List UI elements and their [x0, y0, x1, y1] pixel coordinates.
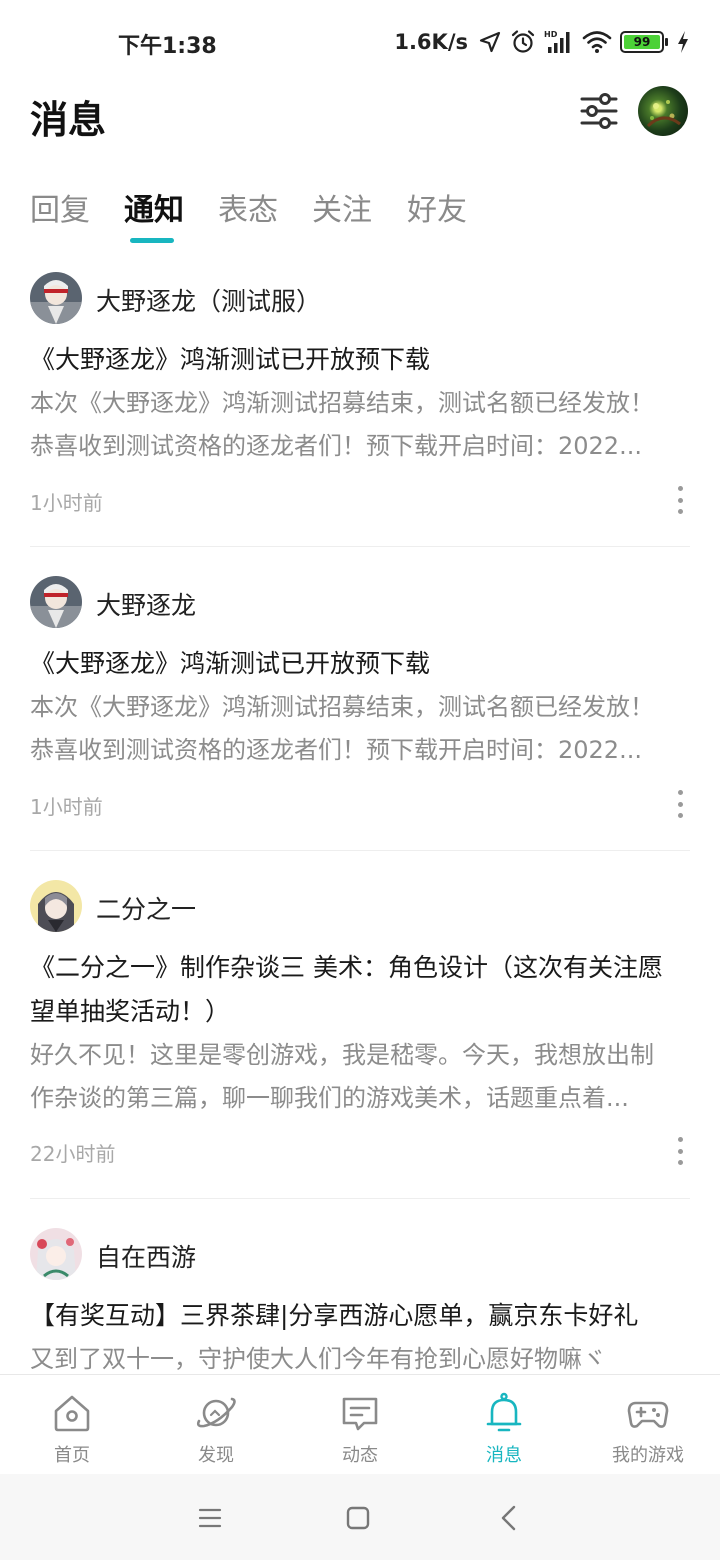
nav-label: 发现 — [198, 1445, 234, 1466]
nav-my-games[interactable]: 我的游戏 — [576, 1375, 720, 1475]
notification-body-line: 作杂谈的第三篇，聊一聊我们的游戏美术，话题重点着... — [30, 1084, 629, 1112]
charging-icon — [678, 31, 688, 53]
nav-home[interactable]: 首页 — [0, 1375, 144, 1475]
system-nav-bar — [0, 1474, 720, 1560]
avatar[interactable] — [30, 272, 82, 324]
notification-body-line: 本次《大野逐龙》鸿渐测试招募结束，测试名额已经发放！ — [30, 693, 654, 721]
status-bar: 下午1:38 1.6K/s HD 99 — [0, 0, 720, 84]
battery-level: 99 — [624, 35, 660, 49]
notification-time: 1小时前 — [30, 491, 103, 515]
more-options-button[interactable] — [674, 486, 686, 514]
battery-icon: 99 — [620, 31, 668, 53]
more-options-button[interactable] — [674, 790, 686, 818]
wifi-icon — [582, 31, 612, 53]
notification-title-line: 望单抽奖活动！） — [30, 997, 231, 1026]
gamepad-icon — [627, 1401, 669, 1428]
network-speed: 1.6K/s — [394, 30, 468, 54]
divider — [30, 546, 690, 547]
list-item[interactable]: 二分之一 《二分之一》制作杂谈三 美术：角色设计（这次有关注愿 望单抽奖活动！）… — [0, 870, 720, 1200]
divider — [30, 1198, 690, 1199]
sender-name: 二分之一 — [96, 895, 197, 924]
nav-label: 我的游戏 — [612, 1445, 684, 1466]
avatar-art — [30, 880, 82, 932]
tab-friends[interactable]: 好友 — [407, 185, 467, 229]
avatar[interactable] — [30, 880, 82, 932]
home-square-icon[interactable] — [340, 1500, 376, 1536]
avatar[interactable] — [30, 1228, 82, 1280]
more-dot — [677, 813, 683, 818]
nav-label: 消息 — [486, 1445, 522, 1466]
more-dot — [677, 1148, 683, 1154]
active-tab-indicator — [130, 238, 174, 243]
location-arrow-icon — [479, 31, 501, 53]
more-options-button[interactable] — [674, 1137, 686, 1165]
more-dot — [677, 1160, 683, 1165]
notification-list[interactable]: 大野逐龙（测试服） 《大野逐龙》鸿渐测试已开放预下载 本次《大野逐龙》鸿渐测试招… — [0, 262, 720, 1374]
more-dot — [677, 1137, 683, 1142]
notification-title: 《大野逐龙》鸿渐测试已开放预下载 — [30, 345, 431, 374]
tab-bar: 回复 通知 表态 关注 好友 — [0, 180, 720, 248]
user-avatar[interactable] — [638, 86, 688, 136]
tab-replies[interactable]: 回复 — [30, 185, 90, 229]
more-dot — [677, 509, 683, 514]
tab-reactions[interactable]: 表态 — [218, 185, 278, 229]
notification-title: 《大野逐龙》鸿渐测试已开放预下载 — [30, 649, 431, 678]
avatar-art — [30, 576, 82, 628]
avatar-art — [646, 100, 681, 128]
svg-text:HD: HD — [544, 30, 558, 39]
sender-name: 大野逐龙（测试服） — [96, 287, 322, 316]
nav-label: 动态 — [342, 1445, 378, 1466]
more-dot — [677, 790, 683, 795]
sender-name: 大野逐龙 — [96, 591, 197, 620]
notification-time: 1小时前 — [30, 795, 103, 819]
notification-body-line: 恭喜收到测试资格的逐龙者们！预下载开启时间：2022... — [30, 432, 642, 460]
page-title: 消息 — [30, 98, 107, 142]
notification-body-line: 本次《大野逐龙》鸿渐测试招募结束，测试名额已经发放！ — [30, 389, 654, 417]
home-icon — [54, 1395, 90, 1432]
divider — [30, 850, 690, 851]
notification-body-line: 又到了双十一，守护使大人们今年有抢到心愿好物嘛ヾ — [30, 1345, 606, 1373]
notification-body-line: 恭喜收到测试资格的逐龙者们！预下载开启时间：2022... — [30, 736, 642, 764]
tab-notifications[interactable]: 通知 — [124, 185, 184, 229]
list-item[interactable]: 大野逐龙 《大野逐龙》鸿渐测试已开放预下载 本次《大野逐龙》鸿渐测试招募结束，测… — [0, 566, 720, 851]
avatar[interactable] — [30, 576, 82, 628]
list-item[interactable]: 自在西游 【有奖互动】三界茶肆|分享西游心愿单，赢京东卡好礼 又到了双十一，守护… — [0, 1218, 720, 1374]
hd-signal-icon: HD — [544, 30, 570, 53]
discover-planet-icon — [196, 1397, 236, 1428]
nav-discover[interactable]: 发现 — [144, 1375, 288, 1475]
notification-title: 【有奖互动】三界茶肆|分享西游心愿单，赢京东卡好礼 — [30, 1301, 639, 1330]
bell-icon — [486, 1392, 522, 1432]
notification-time: 22小时前 — [30, 1142, 116, 1166]
avatar-art — [30, 272, 82, 324]
menu-icon[interactable] — [192, 1500, 228, 1536]
filter-button[interactable] — [578, 90, 620, 132]
nav-messages[interactable]: 消息 — [432, 1375, 576, 1475]
more-dot — [677, 801, 683, 807]
more-dot — [677, 497, 683, 503]
sender-name: 自在西游 — [96, 1243, 197, 1272]
alarm-icon — [511, 30, 535, 53]
status-icons: 1.6K/s HD 99 — [394, 26, 690, 58]
avatar-art — [30, 1228, 82, 1280]
feed-chat-icon — [342, 1397, 378, 1431]
notification-title: 《二分之一》制作杂谈三 美术：角色设计（这次有关注愿 — [30, 953, 663, 982]
nav-label: 首页 — [54, 1445, 90, 1466]
back-icon[interactable] — [492, 1500, 528, 1536]
filter-sliders-icon — [580, 93, 618, 129]
nav-feed[interactable]: 动态 — [288, 1375, 432, 1475]
header: 消息 — [0, 84, 720, 174]
more-dot — [677, 486, 683, 491]
bottom-nav: 首页 发现 动态 消息 我的游戏 — [0, 1374, 720, 1474]
status-time: 下午1:38 — [118, 34, 217, 59]
notification-body-line: 好久不见！这里是零创游戏，我是嵇零。今天，我想放出制 — [30, 1041, 654, 1069]
list-item[interactable]: 大野逐龙（测试服） 《大野逐龙》鸿渐测试已开放预下载 本次《大野逐龙》鸿渐测试招… — [0, 262, 720, 547]
tab-follows[interactable]: 关注 — [312, 185, 372, 229]
